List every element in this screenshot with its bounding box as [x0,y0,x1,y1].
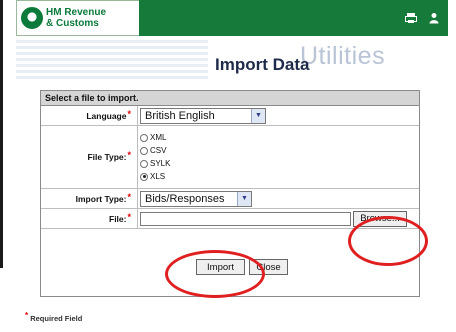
import-form: Select a file to import. Language * Briti… [40,90,420,297]
file-type-radio-group: XML CSV SYLK XLS [138,129,170,185]
import-type-label: Import Type: [75,193,127,204]
required-marker: * [127,191,131,202]
close-button[interactable]: Close [249,259,288,275]
crest-icon [21,7,43,29]
left-border [0,0,3,268]
file-label: File: [109,213,127,224]
action-buttons: Import Close [41,259,419,275]
chevron-down-icon[interactable]: ▼ [251,108,265,123]
import-type-value: Bids/Responses [145,192,225,205]
required-marker: * [127,211,131,222]
required-marker: * [127,150,131,160]
logo-text: HM Revenue & Customs [46,7,106,29]
radio-label: XML [150,133,167,142]
radio-button[interactable] [140,159,148,168]
radio-label: CSV [150,146,167,155]
header-bar [139,0,448,36]
required-marker: * [127,108,131,119]
page-title: Import Data [215,55,310,74]
required-field-note: * Required Field [24,311,83,323]
radio-button-selected[interactable] [140,172,148,181]
radio-button[interactable] [140,133,148,142]
language-value: British English [145,109,215,122]
language-select[interactable]: British English ▼ [140,107,266,124]
required-field-text: Required Field [30,314,83,323]
radio-label: SYLK [150,159,171,168]
logo-line-1: HM Revenue [46,7,107,18]
radio-option-sylk[interactable]: SYLK [140,157,170,170]
person-icon[interactable] [427,12,440,25]
file-type-label: File Type: [87,152,127,162]
import-button[interactable]: Import [196,259,245,275]
language-label: Language [86,110,127,121]
file-type-row: File Type: * XML CSV SYLK XLS [41,126,419,189]
radio-option-csv[interactable]: CSV [140,144,170,157]
section-title: Utilities [300,42,386,70]
hmrc-logo[interactable]: HM Revenue & Customs [16,0,139,36]
radio-option-xml[interactable]: XML [140,131,170,144]
logo-line-2: & Customs [46,18,99,29]
import-type-select[interactable]: Bids/Responses ▼ [140,190,252,207]
decorative-stripes [16,40,208,80]
file-row: File: * Browse... [41,209,419,229]
file-path-input[interactable] [140,211,351,226]
site-header: HM Revenue & Customs [16,0,448,36]
radio-button[interactable] [140,146,148,155]
chevron-down-icon[interactable]: ▼ [237,191,251,206]
print-icon[interactable] [404,12,417,25]
form-heading: Select a file to import. [41,91,419,106]
browse-button[interactable]: Browse... [353,210,407,227]
required-marker: * [25,311,29,320]
import-type-row: Import Type: * Bids/Responses ▼ [41,189,419,209]
language-row: Language * British English ▼ [41,106,419,126]
radio-label: XLS [150,172,166,181]
radio-option-xls[interactable]: XLS [140,170,170,183]
